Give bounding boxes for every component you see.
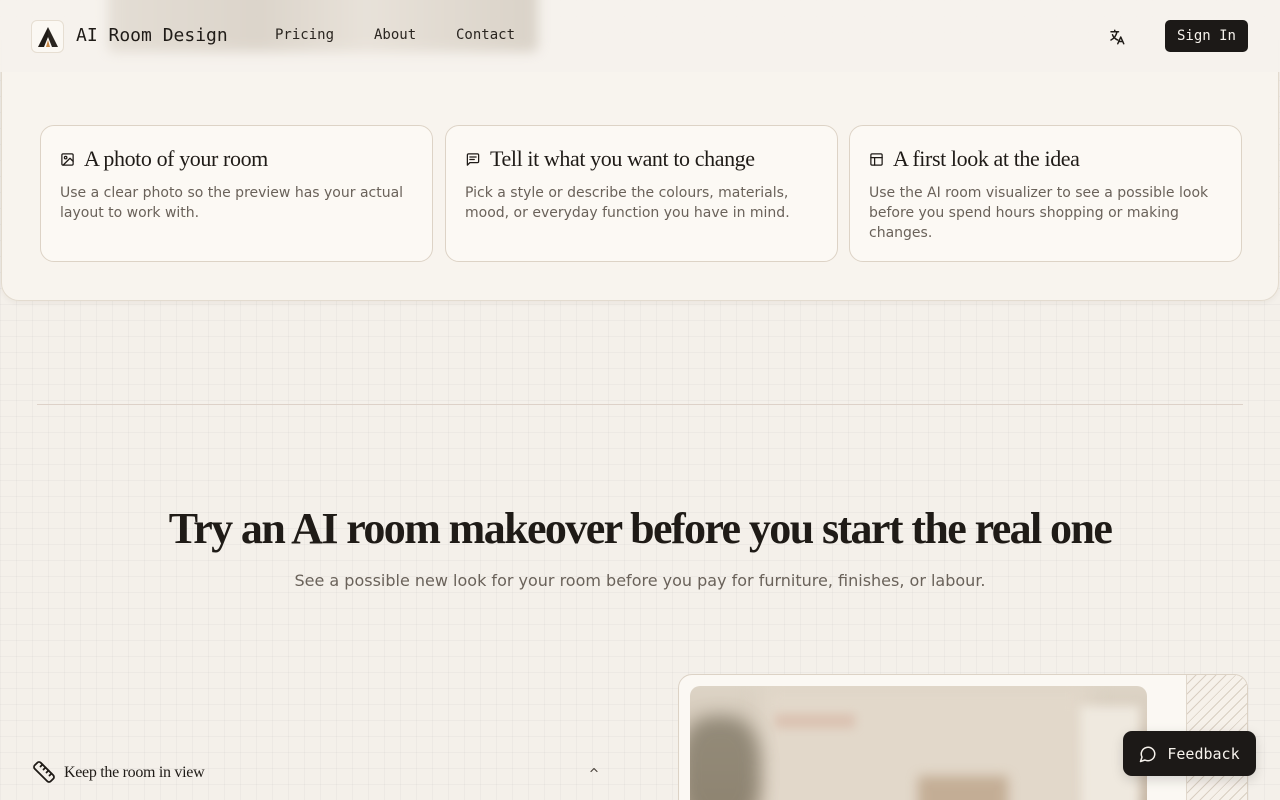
- features-panel: A photo of your room Use a clear photo s…: [1, 40, 1279, 301]
- hero-title: Try an AI room makeover before you start…: [168, 504, 1113, 553]
- sign-in-button[interactable]: Sign In: [1165, 20, 1248, 52]
- feature-title: Tell it what you want to change: [490, 146, 755, 171]
- feature-text: Use a clear photo so the preview has you…: [60, 185, 404, 221]
- feature-text: Pick a style or describe the colours, ma…: [465, 185, 790, 221]
- accordion-keep-room-in-view[interactable]: Keep the room in view: [32, 760, 604, 786]
- chevron-up-icon[interactable]: [588, 764, 600, 776]
- layout-icon: [870, 152, 883, 166]
- nav-link-contact[interactable]: Contact: [456, 27, 515, 43]
- translate-icon: [1110, 29, 1125, 45]
- chat-bubble-icon: [1140, 746, 1156, 762]
- nav-link-about[interactable]: About: [374, 27, 416, 43]
- logo-mark-icon: [37, 26, 58, 47]
- feature-title: A photo of your room: [84, 146, 268, 171]
- accordion-label: Keep the room in view: [64, 764, 205, 781]
- language-button[interactable]: [1106, 26, 1128, 48]
- feature-title: A first look at the idea: [893, 146, 1080, 171]
- section-divider: [37, 404, 1243, 405]
- top-nav: AI Room Design Pricing About Contact Sig…: [0, 0, 1280, 72]
- brand-name[interactable]: AI Room Design: [76, 25, 228, 46]
- logo[interactable]: [31, 20, 64, 53]
- feature-card-describe: Tell it what you want to change Pick a s…: [445, 125, 838, 262]
- feature-card-preview: A first look at the idea Use the AI room…: [849, 125, 1242, 262]
- feature-text: Use the AI room visualizer to see a poss…: [869, 185, 1209, 241]
- ruler-icon: [33, 761, 55, 783]
- image-icon: [61, 152, 74, 166]
- feedback-button[interactable]: Feedback: [1123, 731, 1256, 776]
- room-preview-image: [690, 686, 1147, 800]
- nav-link-pricing[interactable]: Pricing: [275, 27, 334, 43]
- feedback-label: Feedback: [1167, 744, 1240, 763]
- hero-subtitle: See a possible new look for your room be…: [294, 571, 986, 590]
- feature-card-photo: A photo of your room Use a clear photo s…: [40, 125, 433, 262]
- message-lines-icon: [466, 152, 480, 166]
